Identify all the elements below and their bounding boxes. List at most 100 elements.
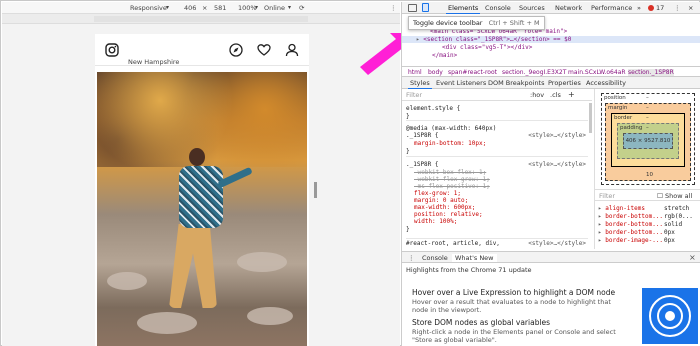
drawer-menu-icon[interactable]: ⋮ — [408, 254, 415, 262]
device-viewport[interactable]: New Hampshire — [95, 34, 309, 346]
rule-close: } — [406, 226, 410, 233]
tab-event-listeners[interactable]: Event Listeners — [436, 79, 486, 87]
selector[interactable]: ._1SP8R { — [406, 161, 439, 168]
checkbox-icon[interactable]: ☐ — [657, 192, 663, 200]
height-input[interactable]: 581 — [214, 4, 226, 12]
width-input[interactable]: 406 — [184, 4, 196, 12]
selector[interactable]: element.style { — [406, 105, 460, 112]
breadcrumb-item[interactable]: html — [408, 69, 422, 76]
dom-node-selected[interactable]: ▸ <section class="_1SP8R">…</section> ==… — [402, 36, 700, 43]
css-rule: element.style { } — [406, 103, 588, 121]
close-icon[interactable]: × — [688, 4, 693, 12]
box-position-value: – — [646, 95, 649, 101]
declaration[interactable]: margin: 0 auto; — [414, 197, 468, 204]
hov-button[interactable]: :hov — [530, 91, 544, 99]
new-rule-button[interactable]: + — [568, 90, 575, 99]
declaration-overridden[interactable]: -webkit-flex-grow: 1; — [414, 176, 490, 183]
error-count[interactable]: 17 — [656, 4, 664, 12]
show-all-label[interactable]: Show all — [665, 192, 692, 200]
declaration[interactable]: max-width: 600px; — [414, 204, 475, 211]
drawer-tab-console[interactable]: Console — [422, 254, 448, 262]
rule-source[interactable]: <style>…</style> — [528, 240, 586, 247]
elements-subtabs: Styles Event Listeners DOM Breakpoints P… — [402, 77, 700, 89]
more-tabs-button[interactable]: » — [637, 4, 641, 12]
breadcrumb-item[interactable]: main.SCxLW.o64aR — [568, 69, 626, 76]
computed-row[interactable]: ▸ border-bottom... solid — [598, 221, 682, 228]
resize-handle[interactable] — [314, 182, 317, 198]
box-position-label: position — [604, 95, 626, 101]
declaration[interactable]: width: 100%; — [414, 218, 457, 225]
post-location[interactable]: New Hampshire — [128, 58, 179, 66]
breadcrumb-item[interactable]: section._9eogI.E3X2T — [502, 69, 566, 76]
declaration-overridden[interactable]: -ms-flex-positive: 1; — [414, 183, 490, 190]
dom-node[interactable]: </main> — [432, 52, 457, 59]
rule-source[interactable]: <style>…</style> — [528, 132, 586, 139]
zoom-select[interactable]: 100% — [238, 4, 257, 12]
tab-accessibility[interactable]: Accessibility — [586, 79, 626, 87]
box-margin-bottom-value[interactable]: 10 — [646, 172, 653, 178]
drawer-tab-whats-new[interactable]: What's New — [452, 254, 497, 262]
declaration[interactable]: margin-bottom: 10px; — [414, 140, 486, 147]
cls-button[interactable]: .cls — [550, 91, 561, 99]
whats-new-item-text: Hover over a result that evaluates to a … — [412, 298, 611, 314]
close-drawer-icon[interactable]: × — [689, 253, 696, 262]
box-margin-value: – — [646, 105, 649, 111]
breadcrumb-item[interactable]: body — [428, 69, 443, 76]
box-content[interactable]: 406 × 9527.810 — [623, 133, 673, 149]
inspect-element-icon[interactable] — [408, 4, 417, 12]
dom-node[interactable]: <div class="vg5-T"></div> — [442, 44, 532, 51]
computed-filter-input[interactable]: Filter — [599, 192, 615, 200]
expand-arrow-icon[interactable]: ▸ — [416, 36, 420, 43]
declaration[interactable]: flex-grow: 1; — [414, 190, 461, 197]
computed-row[interactable]: ▸ border-bottom... 0px — [598, 229, 675, 236]
chrome-devtools-graphic-icon — [642, 288, 698, 344]
tab-network[interactable]: Network — [555, 4, 582, 12]
post-photo[interactable] — [97, 72, 307, 346]
device-toolbar-toggle-icon[interactable] — [422, 3, 429, 12]
dom-node-tag: <section class="_1SP8R — [423, 36, 503, 43]
css-rule: #react-root, article, div, <style>…</sty… — [406, 239, 588, 249]
breadcrumb-item[interactable]: span#react-root — [448, 69, 497, 76]
computed-row[interactable]: ▸ border-bottom... rgb(0... — [598, 213, 693, 220]
more-options-icon[interactable]: ⋮ — [390, 4, 397, 12]
whats-new-item-text: Right-click a node in the Elements panel… — [412, 328, 616, 344]
tab-performance[interactable]: Performance — [591, 4, 632, 12]
settings-icon[interactable]: ⋮ — [674, 4, 681, 12]
profile-icon[interactable] — [285, 43, 299, 57]
drawer-tabbar: ⋮ Console What's New × — [402, 251, 700, 263]
tab-dom-breakpoints[interactable]: DOM Breakpoints — [488, 79, 545, 87]
rule-source[interactable]: <style>…</style> — [528, 161, 586, 168]
person-head — [189, 148, 205, 166]
tab-styles[interactable]: Styles — [408, 79, 432, 89]
declaration[interactable]: position: relative; — [414, 211, 483, 218]
declaration-overridden[interactable]: -webkit-box-flex: 1; — [414, 169, 486, 176]
media-query-bar[interactable] — [2, 14, 400, 24]
whats-new-item-title: Hover over a Live Expression to highligh… — [412, 288, 616, 297]
heart-icon[interactable] — [257, 43, 271, 57]
computed-row[interactable]: ▸ border-image-... 0px — [598, 237, 675, 244]
scrollbar[interactable] — [589, 103, 592, 133]
tab-properties[interactable]: Properties — [548, 79, 581, 87]
device-select[interactable]: Responsive — [130, 4, 167, 12]
rotate-icon[interactable]: ⟳ — [299, 4, 304, 12]
tab-sources[interactable]: Sources — [519, 4, 545, 12]
media-query-segment[interactable] — [94, 16, 308, 22]
chevron-down-icon: ▾ — [255, 4, 259, 11]
box-model-pane: position – margin – 10 border – padding … — [594, 89, 700, 249]
instagram-logo-icon[interactable] — [105, 43, 119, 57]
tooltip-shortcut: Ctrl + Shift + M — [488, 19, 540, 27]
box-content-size: 406 × 9527.810 — [625, 138, 671, 144]
rock — [107, 272, 147, 290]
breadcrumb: html body span#react-root section._9eogI… — [402, 66, 700, 77]
compass-icon[interactable] — [229, 43, 243, 57]
styles-filter-input[interactable]: Filter — [406, 91, 422, 99]
breadcrumb-item-current[interactable]: section._1SP8R — [628, 69, 674, 76]
tab-elements[interactable]: Elements — [445, 4, 481, 14]
selector[interactable]: ._1SP8R { — [406, 132, 439, 139]
network-select[interactable]: Online — [264, 4, 285, 12]
tab-console[interactable]: Console — [485, 4, 511, 12]
instagram-header: New Hampshire — [95, 34, 309, 66]
rock — [237, 252, 287, 272]
computed-row[interactable]: ▸ align-items stretch — [598, 205, 689, 212]
selector[interactable]: #react-root, article, div, — [406, 240, 500, 247]
